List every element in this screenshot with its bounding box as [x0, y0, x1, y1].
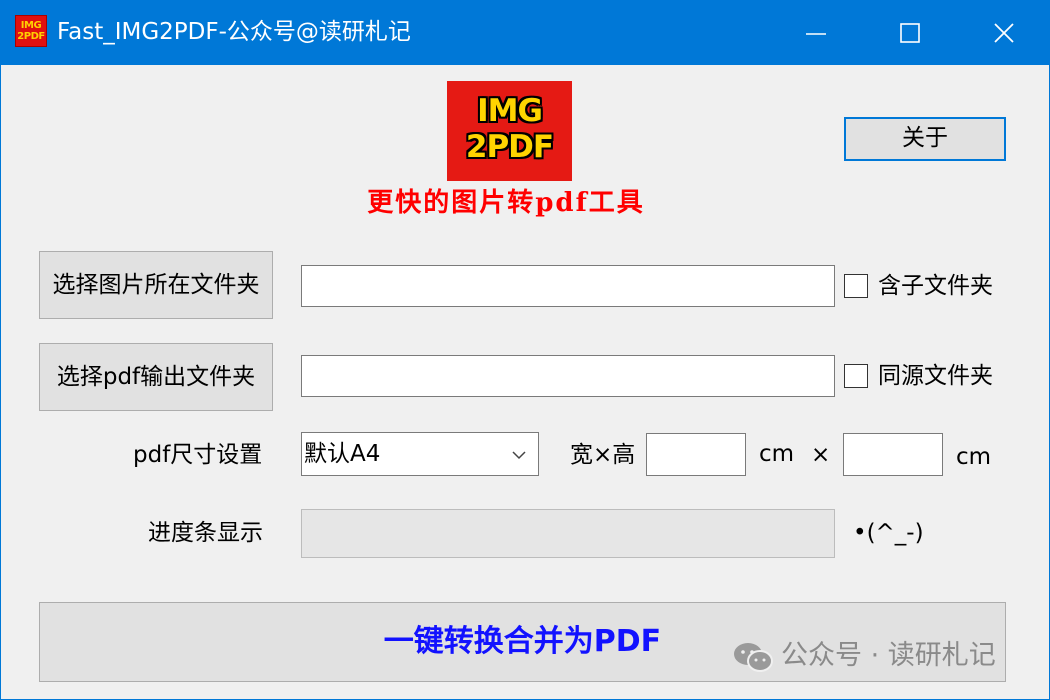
close-button[interactable]: [957, 1, 1050, 65]
title-bar[interactable]: IMG 2PDF Fast_IMG2PDF-公众号@读研札记: [1, 1, 1049, 65]
times-label: ×: [811, 442, 831, 468]
width-input[interactable]: [646, 433, 746, 476]
same-source-folder-label: 同源文件夹: [878, 363, 993, 389]
close-icon: [994, 23, 1014, 43]
emoticon-label: •(^_-): [853, 520, 924, 546]
height-unit-label: cm: [956, 444, 992, 470]
chevron-down-icon: [512, 451, 526, 460]
window-title: Fast_IMG2PDF-公众号@读研札记: [57, 19, 411, 45]
tagline: 更快的图片转pdf工具: [367, 188, 645, 218]
include-subfolders-checkbox[interactable]: [844, 274, 868, 298]
select-image-folder-button[interactable]: 选择图片所在文件夹: [39, 251, 273, 319]
width-unit-label: cm: [759, 441, 795, 467]
pdf-size-select[interactable]: 默认A4: [301, 432, 539, 476]
minimize-icon: [806, 33, 826, 35]
app-icon: IMG 2PDF: [15, 15, 47, 47]
pdf-size-selected-value: 默认A4: [304, 441, 381, 467]
select-output-folder-button[interactable]: 选择pdf输出文件夹: [39, 343, 273, 411]
image-folder-path-input[interactable]: [301, 265, 835, 307]
progress-label: 进度条显示: [148, 520, 263, 546]
wechat-icon: [734, 643, 773, 672]
include-subfolders-label: 含子文件夹: [878, 273, 993, 299]
app-logo: IMG 2PDF: [447, 81, 572, 181]
logo-text: IMG 2PDF: [465, 93, 554, 165]
maximize-button[interactable]: [863, 1, 957, 65]
watermark-text: 公众号 · 读研札记: [781, 640, 996, 671]
app-window: IMG 2PDF Fast_IMG2PDF-公众号@读研札记 IMG 2PDF 更快…: [0, 0, 1050, 700]
output-folder-path-input[interactable]: [301, 355, 835, 397]
minimize-button[interactable]: [769, 1, 863, 65]
pdf-size-label: pdf尺寸设置: [133, 442, 263, 468]
about-button[interactable]: 关于: [844, 117, 1006, 161]
same-source-folder-checkbox[interactable]: [844, 364, 868, 388]
maximize-icon: [900, 23, 920, 43]
width-height-label: 宽×高: [570, 442, 636, 468]
progress-bar: [301, 509, 835, 558]
height-input[interactable]: [843, 433, 943, 476]
